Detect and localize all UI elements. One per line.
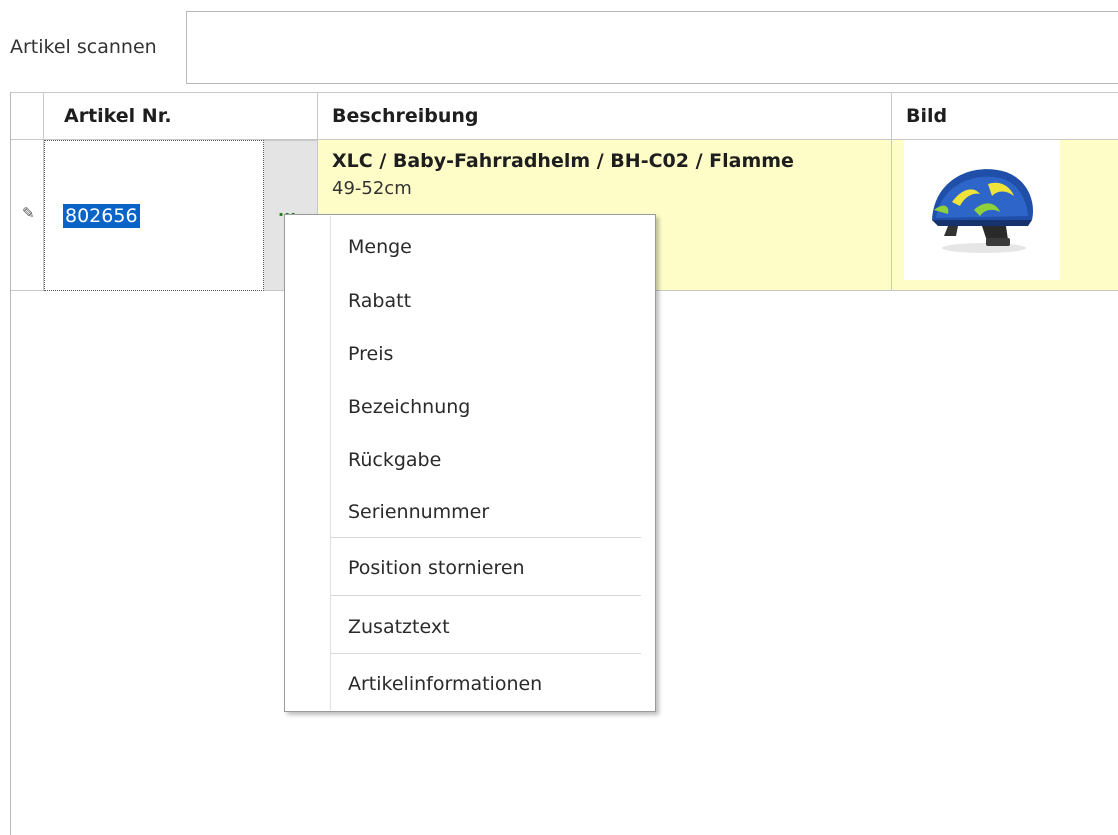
menu-separator — [331, 653, 641, 654]
row-indicator[interactable]: ✎ — [11, 140, 44, 291]
menu-item-preis[interactable]: Preis — [331, 329, 655, 379]
context-menu: Menge Rabatt Preis Bezeichnung Rückgabe … — [284, 214, 656, 712]
column-header-image[interactable]: Bild — [892, 93, 1118, 140]
menu-item-position-stornieren[interactable]: Position stornieren — [331, 543, 655, 593]
artnr-value[interactable]: 802656 — [63, 204, 140, 228]
menu-separator — [331, 537, 641, 538]
menu-item-seriennummer[interactable]: Seriennummer — [331, 487, 655, 537]
pos-screen: Artikel scannen Artikel Nr. Beschreibung… — [0, 0, 1118, 835]
menu-item-artikelinformationen[interactable]: Artikelinformationen — [331, 659, 655, 709]
menu-item-rueckgabe[interactable]: Rückgabe — [331, 435, 655, 485]
description-title: XLC / Baby-Fahrradhelm / BH-C02 / Flamme — [332, 150, 794, 172]
bicycle-helmet-image — [904, 140, 1060, 280]
menu-item-zusatztext[interactable]: Zusatztext — [331, 602, 655, 652]
row-indicator-header — [11, 93, 44, 140]
grid-header: Artikel Nr. Beschreibung Bild — [11, 92, 1118, 140]
scan-label: Artikel scannen — [10, 36, 157, 58]
menu-separator — [331, 595, 641, 596]
menu-item-menge[interactable]: Menge — [331, 222, 655, 272]
image-cell[interactable] — [892, 140, 1118, 291]
menu-item-bezeichnung[interactable]: Bezeichnung — [331, 382, 655, 432]
artnr-cell[interactable]: 802656 — [44, 140, 264, 291]
description-subtitle: 49-52cm — [332, 178, 412, 199]
column-header-description[interactable]: Beschreibung — [318, 93, 892, 140]
column-header-artnr[interactable]: Artikel Nr. — [44, 93, 318, 140]
scan-input[interactable] — [186, 11, 1118, 84]
menu-item-rabatt[interactable]: Rabatt — [331, 276, 655, 326]
pencil-icon: ✎ — [22, 204, 35, 222]
